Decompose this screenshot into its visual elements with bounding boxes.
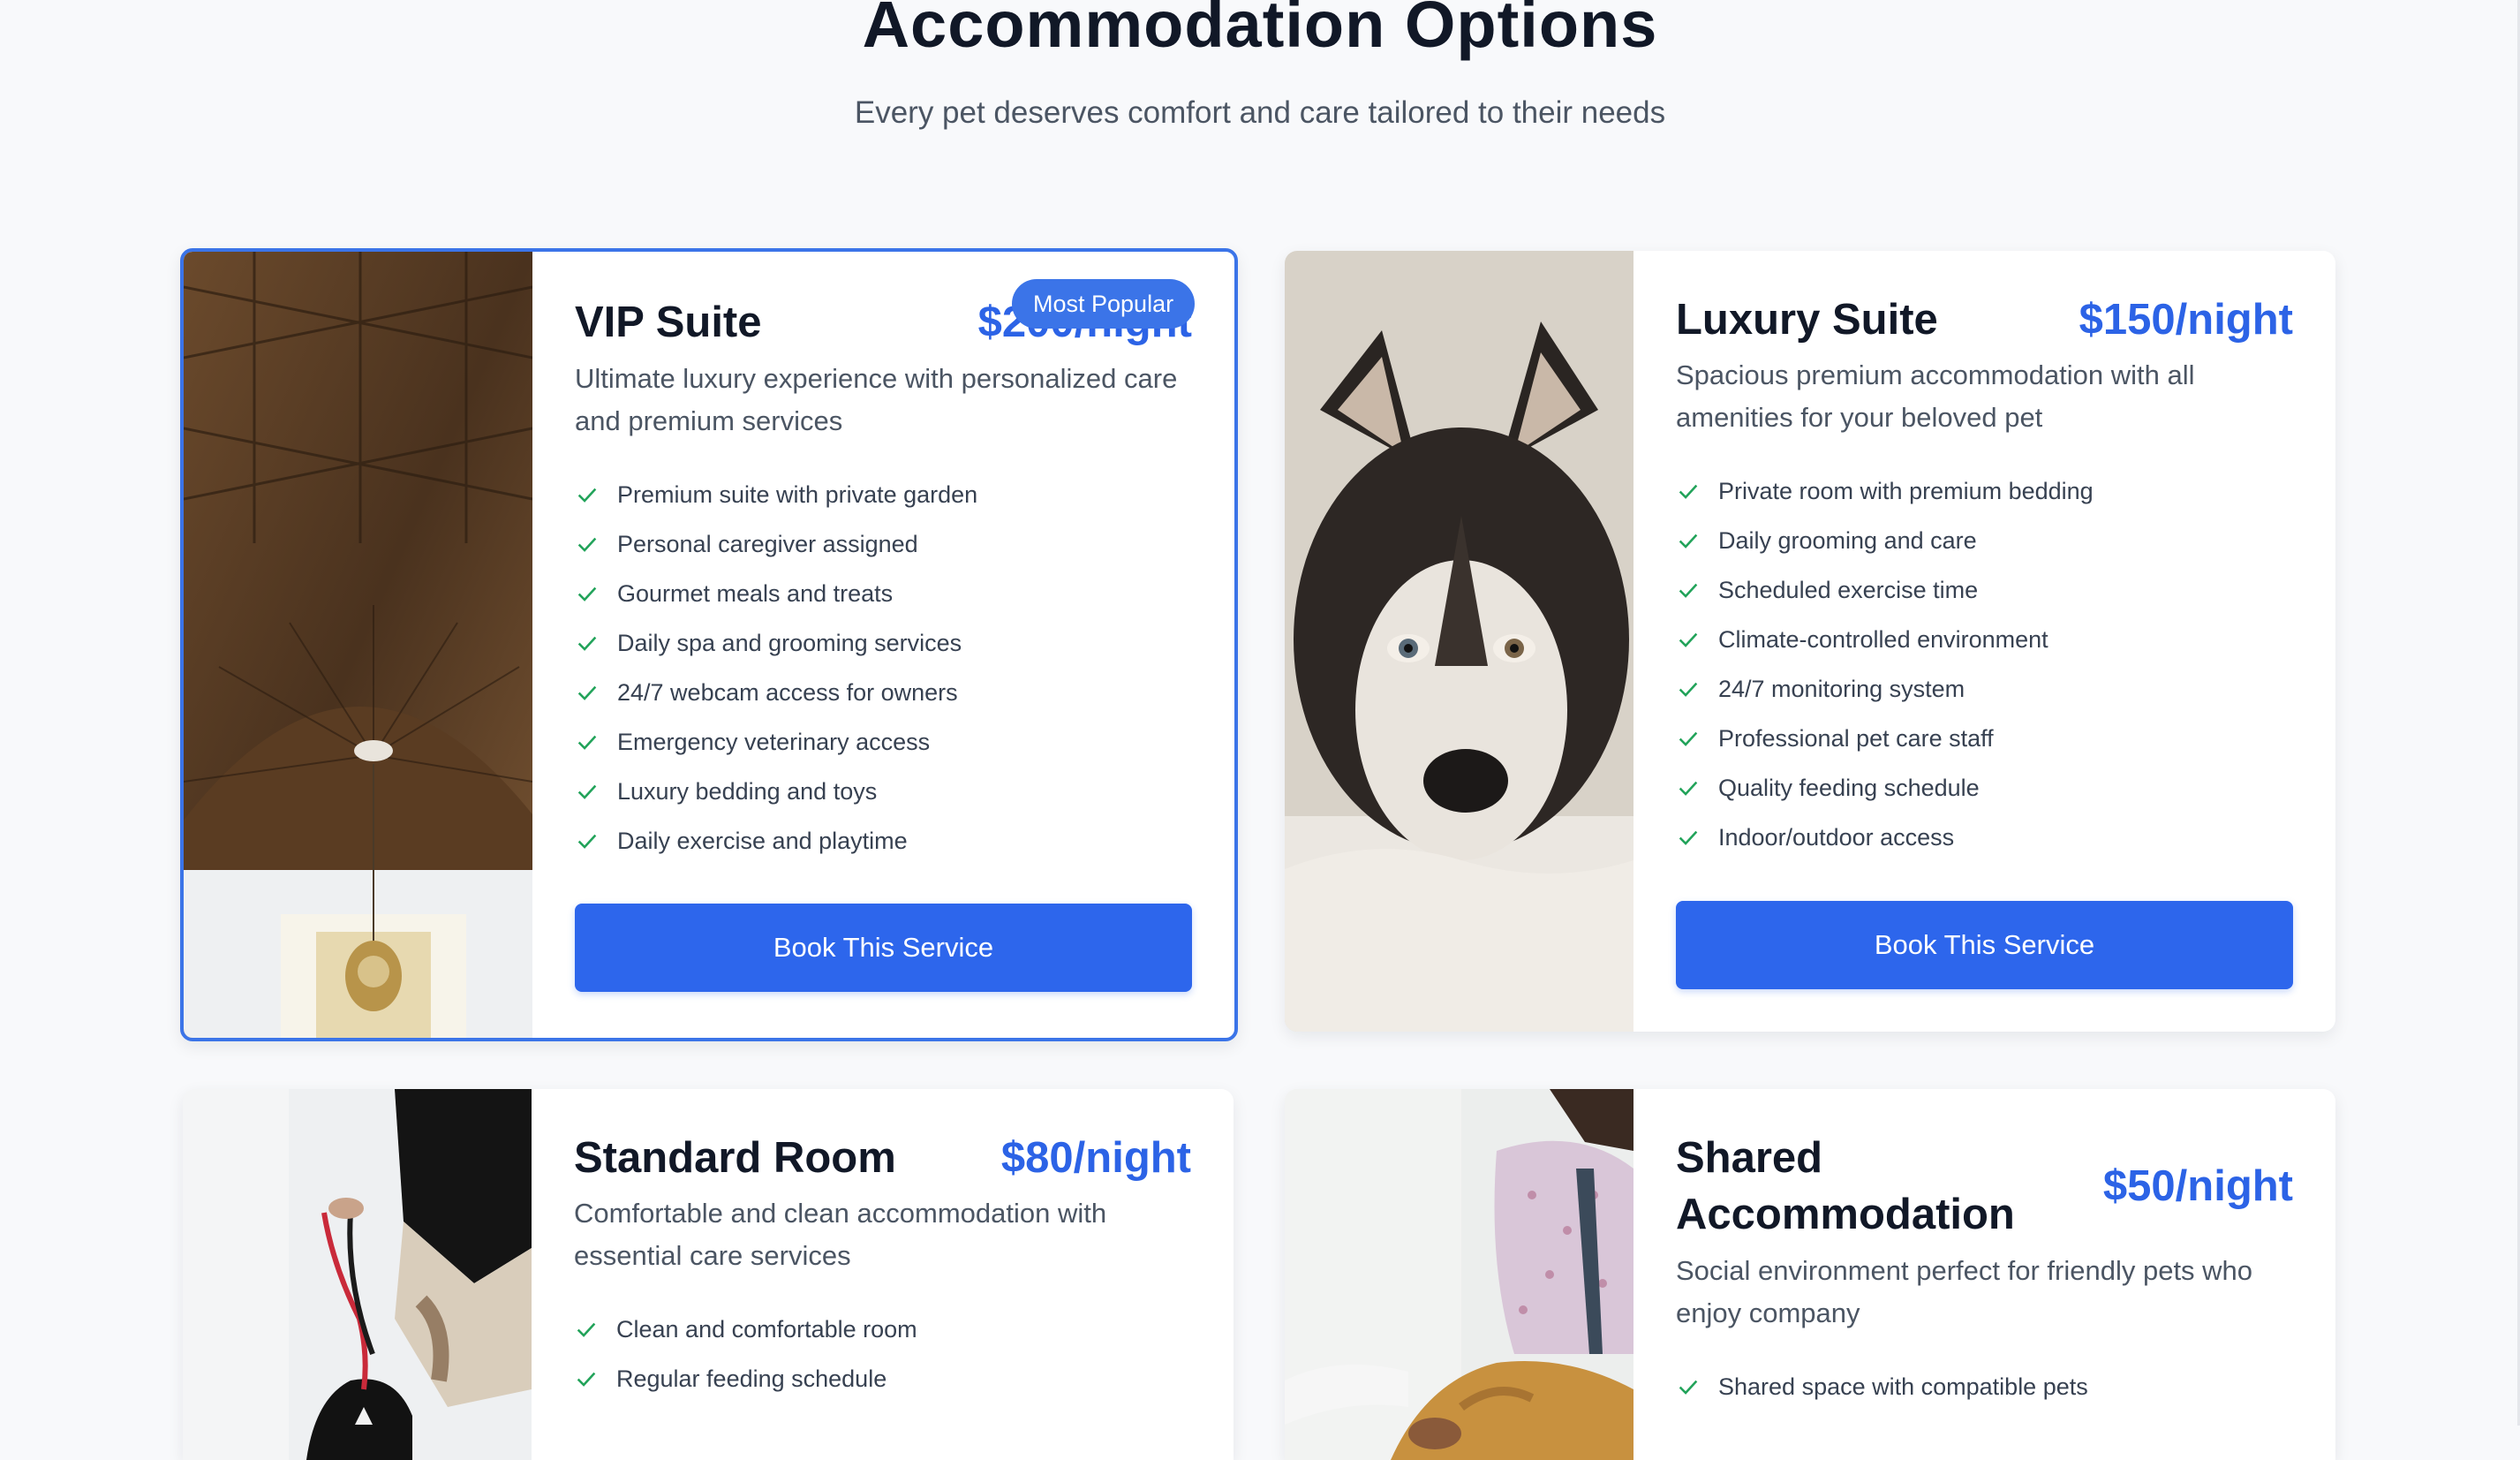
card-vip-suite: VIP Suite $200/night Ultimate luxury exp… (180, 248, 1238, 1041)
feature-label: Daily spa and grooming services (617, 629, 962, 656)
feature-item: Clean and comfortable room (574, 1305, 1191, 1354)
feature-item: Gourmet meals and treats (575, 569, 1192, 618)
feature-item: Quality feeding schedule (1676, 763, 2293, 813)
feature-list: Clean and comfortable room Regular feedi… (574, 1305, 1191, 1403)
feature-item: Scheduled exercise time (1676, 565, 2293, 615)
feature-label: Premium suite with private garden (617, 480, 978, 508)
feature-label: Professional pet care staff (1718, 724, 1994, 752)
card-description: Spacious premium accommodation with all … (1676, 359, 2195, 433)
feature-label: 24/7 webcam access for owners (617, 678, 958, 706)
check-icon (1679, 533, 1698, 548)
feature-label: Scheduled exercise time (1718, 576, 1979, 603)
check-icon (1679, 830, 1698, 845)
feature-item: Premium suite with private garden (575, 470, 1192, 519)
check-icon (1679, 682, 1698, 697)
shared-accommodation-body: Shared Accommodation $50/night Social en… (1633, 1089, 2293, 1460)
card-price: $50/night (2102, 1162, 2293, 1210)
feature-item: Emergency veterinary access (575, 717, 1192, 767)
shared-accommodation-photo (1285, 1089, 1633, 1460)
check-icon (1679, 583, 1698, 598)
feature-label: Clean and comfortable room (616, 1315, 917, 1343)
feature-list: Premium suite with private garden Person… (575, 470, 1192, 866)
check-icon (1679, 1380, 1698, 1395)
check-icon (577, 488, 597, 503)
feature-label: Indoor/outdoor access (1718, 823, 1955, 851)
check-icon (1679, 731, 1698, 746)
check-icon (1679, 781, 1698, 796)
page-subtitle: Every pet deserves comfort and care tail… (854, 95, 1666, 130)
feature-item: Professional pet care staff (1676, 714, 2293, 763)
feature-item: Daily grooming and care (1676, 516, 2293, 565)
check-icon (577, 784, 597, 799)
card-standard-room: Standard Room $80/night Comfortable and … (183, 1089, 1234, 1460)
check-icon (577, 586, 597, 601)
feature-label: Daily grooming and care (1718, 526, 1977, 554)
card-price: $80/night (1000, 1134, 1191, 1182)
card-luxury-suite: Luxury Suite $150/night Spacious premium… (1285, 251, 2335, 1032)
card-title: VIP Suite (575, 299, 762, 346)
check-icon (577, 537, 597, 552)
feature-label: 24/7 monitoring system (1718, 675, 1965, 702)
feature-item: Daily exercise and playtime (575, 816, 1192, 866)
feature-item: Personal caregiver assigned (575, 519, 1192, 569)
feature-item: Luxury bedding and toys (575, 767, 1192, 816)
luxury-suite-photo (1285, 251, 1633, 1032)
feature-label: Quality feeding schedule (1718, 774, 1980, 801)
feature-item: Daily spa and grooming services (575, 618, 1192, 668)
feature-list: Private room with premium bedding Daily … (1676, 466, 2293, 862)
feature-item: Indoor/outdoor access (1676, 813, 2293, 862)
vip-suite-photo (184, 252, 532, 1038)
check-icon (577, 636, 597, 651)
feature-label: Personal caregiver assigned (617, 530, 918, 557)
check-icon (577, 1372, 596, 1387)
book-service-button[interactable]: Book This Service (575, 904, 1192, 992)
card-title: Shared Accommodation (1676, 1134, 2015, 1238)
check-icon (577, 735, 597, 750)
feature-label: Climate-controlled environment (1718, 625, 2048, 653)
card-description: Ultimate luxury experience with personal… (575, 363, 1178, 436)
feature-item: 24/7 webcam access for owners (575, 668, 1192, 717)
page-title: Accommodation Options (862, 0, 1658, 61)
check-icon (1679, 632, 1698, 647)
feature-item: Regular feeding schedule (574, 1354, 1191, 1403)
card-title: Standard Room (574, 1134, 896, 1182)
check-icon (577, 685, 597, 700)
card-description: Social environment perfect for friendly … (1676, 1255, 2253, 1328)
feature-label: Emergency veterinary access (617, 728, 931, 755)
check-icon (577, 834, 597, 849)
card-title: Luxury Suite (1676, 296, 1938, 344)
card-price: $150/night (2079, 296, 2293, 344)
feature-item: Shared space with compatible pets (1676, 1362, 2293, 1411)
feature-label: Daily exercise and playtime (617, 827, 908, 854)
standard-room-body: Standard Room $80/night Comfortable and … (532, 1089, 1191, 1460)
check-icon (577, 1322, 596, 1337)
feature-item: Climate-controlled environment (1676, 615, 2293, 664)
feature-label: Private room with premium bedding (1718, 477, 2094, 504)
feature-label: Luxury bedding and toys (617, 777, 878, 805)
book-service-button[interactable]: Book This Service (1676, 901, 2293, 989)
feature-item: Private room with premium bedding (1676, 466, 2293, 516)
check-icon (1679, 484, 1698, 499)
luxury-suite-body: Luxury Suite $150/night Spacious premium… (1633, 251, 2293, 1032)
card-shared-accommodation: Shared Accommodation $50/night Social en… (1285, 1089, 2335, 1460)
card-description: Comfortable and clean accommodation with… (574, 1198, 1107, 1271)
standard-room-photo (183, 1089, 532, 1460)
feature-list: Shared space with compatible pets (1676, 1362, 2293, 1411)
feature-item: 24/7 monitoring system (1676, 664, 2293, 714)
feature-label: Shared space with compatible pets (1718, 1373, 2088, 1400)
vip-suite-body: VIP Suite $200/night Ultimate luxury exp… (532, 252, 1192, 1038)
feature-label: Regular feeding schedule (616, 1365, 887, 1392)
feature-label: Gourmet meals and treats (617, 579, 894, 607)
most-popular-badge: Most Popular (1012, 279, 1196, 329)
